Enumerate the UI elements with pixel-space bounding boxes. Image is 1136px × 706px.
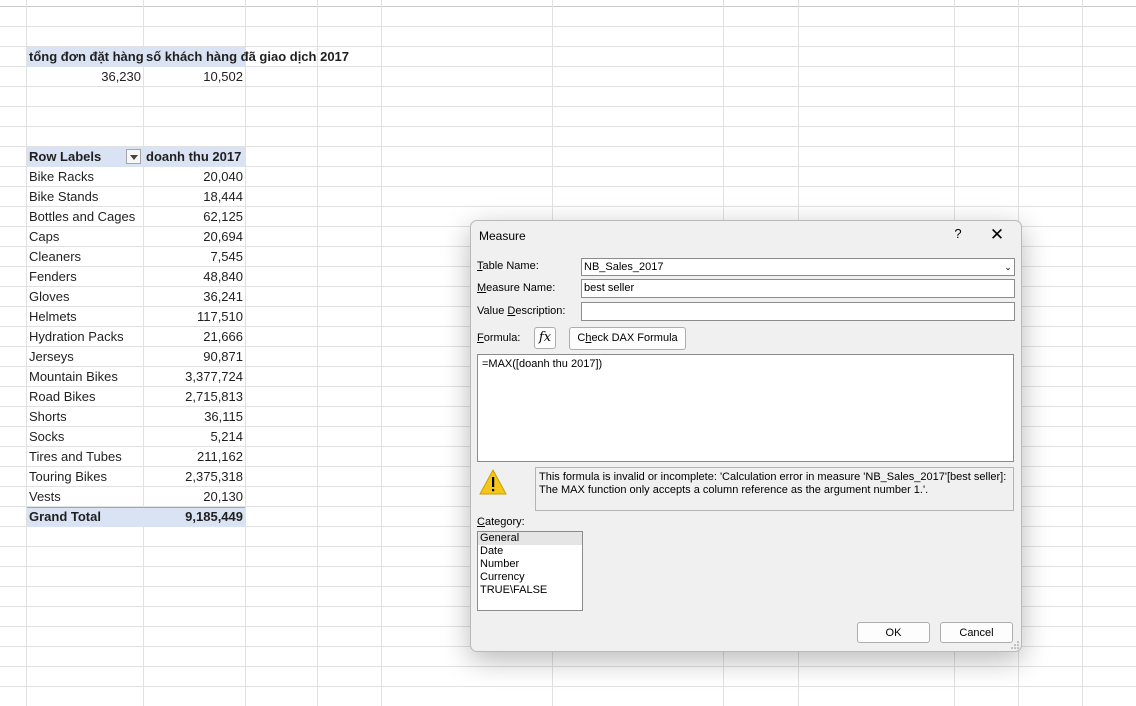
measure-name-label: Measure Name: — [477, 282, 556, 294]
pivot-row-label[interactable]: Cleaners — [29, 247, 81, 266]
pivot-row-label[interactable]: Shorts — [29, 407, 67, 426]
filter-dropdown-icon[interactable] — [126, 149, 141, 164]
pivot-row-label[interactable]: Fenders — [29, 267, 77, 286]
pivot-row-label[interactable]: Road Bikes — [29, 387, 95, 406]
pivot-row-label[interactable]: Socks — [29, 427, 64, 446]
insert-function-button[interactable]: fx — [534, 327, 556, 349]
pivot-row-label[interactable]: Jerseys — [29, 347, 74, 366]
pivot-row-value[interactable]: 3,377,724 — [144, 367, 243, 386]
pivot-row-label[interactable]: Bottles and Cages — [29, 207, 135, 226]
summary-header-orders: tổng đơn đặt hàng — [29, 49, 144, 64]
pivot-row-label[interactable]: Caps — [29, 227, 59, 246]
dialog-title: Measure — [479, 229, 526, 243]
table-name-label: Table Name: — [477, 260, 539, 272]
category-label: Category: — [477, 516, 525, 528]
value-description-label: Value Description: — [477, 305, 566, 317]
close-icon[interactable]: ✕ — [985, 224, 1009, 246]
category-item-date[interactable]: Date — [478, 545, 582, 558]
pivot-row-value[interactable]: 2,375,318 — [144, 467, 243, 486]
pivot-row-value[interactable]: 21,666 — [144, 327, 243, 346]
pivot-row-value[interactable]: 62,125 — [144, 207, 243, 226]
resize-grip-icon[interactable] — [1011, 641, 1019, 649]
category-item-currency[interactable]: Currency — [478, 571, 582, 584]
category-item-number[interactable]: Number — [478, 558, 582, 571]
pivot-row-value[interactable]: 211,162 — [144, 447, 243, 466]
pivot-row-value[interactable]: 5,214 — [144, 427, 243, 446]
check-dax-formula-button[interactable]: Check DAX Formula — [569, 327, 686, 350]
pivot-row-label[interactable]: Bike Stands — [29, 187, 98, 206]
category-item-general[interactable]: General — [478, 532, 582, 545]
pivot-row-label[interactable]: Bike Racks — [29, 167, 94, 186]
pivot-row-label[interactable]: Tires and Tubes — [29, 447, 122, 466]
pivot-row-value[interactable]: 2,715,813 — [144, 387, 243, 406]
pivot-row-value[interactable]: 20,694 — [144, 227, 243, 246]
grand-total-label: Grand Total — [29, 509, 101, 524]
grid-row-line — [0, 86, 1136, 87]
help-icon[interactable]: ? — [948, 226, 968, 241]
pivot-row-value[interactable]: 7,545 — [144, 247, 243, 266]
grand-total-value[interactable]: 9,185,449 — [144, 507, 243, 526]
pivot-row-value[interactable]: 48,840 — [144, 267, 243, 286]
column-header-strip — [0, 0, 1136, 7]
pivot-row-label[interactable]: Helmets — [29, 307, 77, 326]
category-item-true-false[interactable]: TRUE\FALSE — [478, 584, 582, 597]
pivot-row-value[interactable]: 117,510 — [144, 307, 243, 326]
pivot-row-label[interactable]: Gloves — [29, 287, 69, 306]
ok-button[interactable]: OK — [857, 622, 930, 643]
formula-label: Formula: — [477, 332, 521, 344]
grid-row-line — [0, 106, 1136, 107]
chevron-down-icon[interactable]: ⌄ — [1002, 259, 1014, 275]
table-name-value: NB_Sales_2017 — [584, 261, 664, 273]
value-description-input[interactable] — [581, 302, 1015, 321]
pivot-row-value[interactable]: 36,241 — [144, 287, 243, 306]
pivot-row-value[interactable]: 90,871 — [144, 347, 243, 366]
summary-value-customers[interactable]: 10,502 — [144, 67, 243, 86]
measure-dialog[interactable]: Measure ? ✕ Table Name: NB_Sales_2017 ⌄ … — [470, 220, 1022, 652]
pivot-row-value[interactable]: 18,444 — [144, 187, 243, 206]
cancel-button[interactable]: Cancel — [940, 622, 1013, 643]
pivot-row-label[interactable]: Vests — [29, 487, 61, 506]
grid-row-line — [0, 666, 1136, 667]
summary-value-orders[interactable]: 36,230 — [27, 67, 141, 86]
warning-icon — [479, 468, 507, 495]
pivot-row-value[interactable]: 36,115 — [144, 407, 243, 426]
grid-row-line — [0, 26, 1136, 27]
formula-editor[interactable]: =MAX([doanh thu 2017]) — [477, 354, 1014, 462]
measure-name-input[interactable]: best seller — [581, 279, 1015, 298]
pivot-row-value[interactable]: 20,130 — [144, 487, 243, 506]
pivot-row-label[interactable]: Hydration Packs — [29, 327, 124, 346]
pivot-row-labels-header: Row Labels — [29, 149, 102, 164]
pivot-row-label[interactable]: Touring Bikes — [29, 467, 107, 486]
grid-row-line — [0, 686, 1136, 687]
table-name-combo[interactable]: NB_Sales_2017 ⌄ — [581, 258, 1015, 276]
pivot-row-value[interactable]: 20,040 — [144, 167, 243, 186]
grid-row-line — [0, 126, 1136, 127]
error-message: This formula is invalid or incomplete: '… — [535, 467, 1014, 511]
pivot-value-header: doanh thu 2017 — [146, 149, 242, 164]
pivot-row-label[interactable]: Mountain Bikes — [29, 367, 118, 386]
summary-header-customers: số khách hàng đã giao dịch 2017 — [146, 49, 350, 64]
category-listbox[interactable]: General Date Number Currency TRUE\FALSE — [477, 531, 583, 611]
